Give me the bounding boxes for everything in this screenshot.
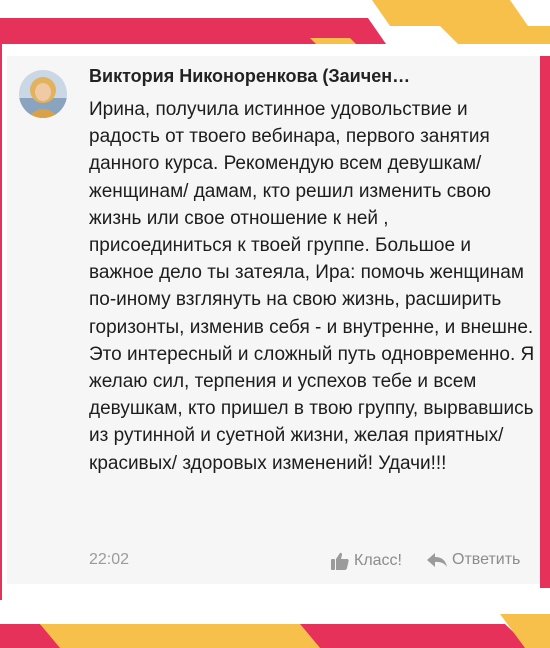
reply-arrow-icon [427, 553, 447, 567]
comment-time: 22:02 [89, 551, 130, 568]
reply-button[interactable]: Ответить [426, 551, 520, 569]
avatar[interactable] [19, 70, 67, 118]
top-decoration [0, 0, 550, 44]
comment-author[interactable]: Виктория Никоноренкова (Заичен… [89, 66, 489, 87]
right-side-stripe [540, 56, 550, 588]
comment-text: Ирина, получила истинное удовольствие и … [89, 99, 535, 474]
thumbs-up-icon [331, 552, 349, 570]
like-label: Класс! [354, 552, 402, 569]
left-side-line [0, 44, 2, 600]
like-button[interactable]: Класс! [330, 551, 402, 571]
bottom-decoration [0, 614, 550, 648]
reply-label: Ответить [452, 551, 521, 568]
